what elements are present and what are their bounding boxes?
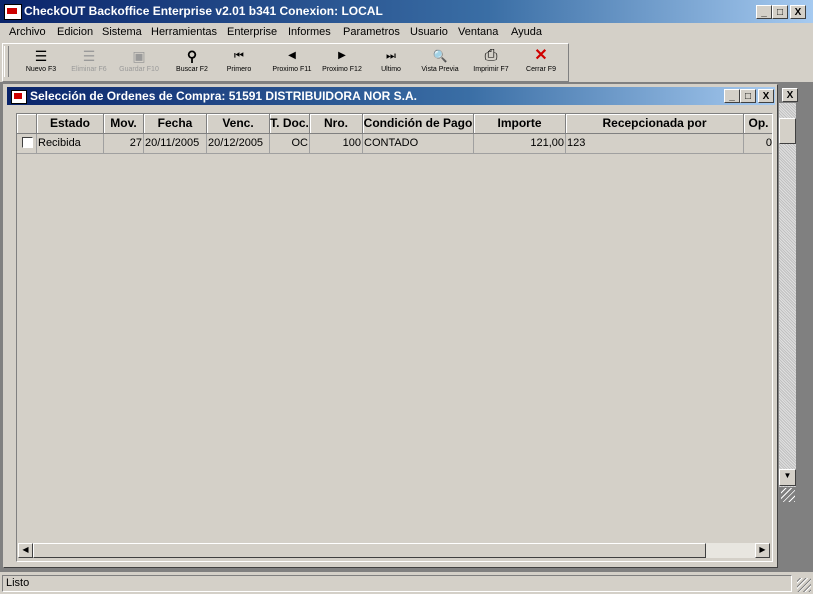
first-button[interactable]: ⏮ Primero [217,44,261,80]
menu-parametros[interactable]: Parametros [343,26,400,38]
column-header-op[interactable]: Op. [744,114,772,134]
column-header-fecha[interactable]: Fecha [144,114,207,134]
search-button-label: Buscar F2 [176,66,208,73]
cell-op[interactable]: 0 [744,134,772,154]
menu-ayuda[interactable]: Ayuda [511,26,542,38]
column-header-select[interactable] [17,114,37,134]
child-window-icon[interactable] [11,90,27,104]
print-preview-icon: 🔍 [432,49,448,63]
last-button[interactable]: ⏭ Ultimo [369,44,413,80]
vertical-scrollbar[interactable] [779,103,796,487]
toolbar-grip[interactable] [4,46,9,77]
print-preview-label: Vista Previa [421,66,459,73]
cell-tdoc[interactable]: OC [270,134,310,154]
previous-record-icon: ◀ [288,50,296,61]
menu-sistema[interactable]: Sistema [102,26,142,38]
column-header-venc[interactable]: Venc. [207,114,270,134]
cell-condicion[interactable]: CONTADO [363,134,474,154]
print-button[interactable]: ⎙ Imprimir F7 [467,44,515,80]
horizontal-scroll-thumb[interactable] [33,543,706,558]
scroll-down-button[interactable]: ▼ [779,469,796,486]
menu-ventana[interactable]: Ventana [458,26,498,38]
print-preview-button[interactable]: 🔍 Vista Previa [415,44,465,80]
toolbar: ☰ Nuevo F3 ☰ Eliminar F6 ▣ Guardar F10 ⚲… [2,43,569,82]
cell-venc[interactable]: 20/12/2005 [207,134,270,154]
app-logo-icon[interactable] [4,4,22,20]
child-window-title: Selección de Ordenes de Compra: 51591 DI… [30,89,417,103]
column-header-mov[interactable]: Mov. [104,114,144,134]
column-header-tdoc[interactable]: T. Doc. [270,114,310,134]
delete-button[interactable]: ☰ Eliminar F6 [65,44,113,80]
app-title: CheckOUT Backoffice Enterprise v2.01 b34… [24,4,383,18]
menu-bar: Archivo Edicion Sistema Herramientas Ent… [0,23,813,42]
cell-estado[interactable]: Recibida [37,134,104,154]
save-disk-icon: ▣ [132,48,146,64]
column-header-recepcionada[interactable]: Recepcionada por [566,114,744,134]
child-close-button[interactable]: X [758,89,774,103]
cell-recepcionada[interactable]: 123 [566,134,744,154]
vertical-scroll-thumb[interactable] [779,118,796,144]
new-button[interactable]: ☰ Nuevo F3 [17,44,65,80]
close-form-label: Cerrar F9 [526,66,556,73]
menu-edicion[interactable]: Edicion [57,26,93,38]
child-minimize-button[interactable]: _ [724,89,740,103]
purchase-orders-grid[interactable]: Estado Mov. Fecha Venc. T. Doc. Nro. Con… [16,113,773,562]
previous-button-label: Proximo F11 [272,66,312,73]
child-resize-grip[interactable] [781,488,795,502]
menu-enterprise[interactable]: Enterprise [227,26,277,38]
minimize-button[interactable]: _ [756,5,772,19]
next-record-icon: ▶ [338,50,346,61]
next-button[interactable]: ▶ Proximo F12 [315,44,369,80]
new-button-label: Nuevo F3 [25,66,57,73]
search-button[interactable]: ⚲ Buscar F2 [167,44,217,80]
status-text: Listo [6,577,30,589]
row-checkbox[interactable] [22,137,33,148]
column-header-estado[interactable]: Estado [37,114,104,134]
menu-informes[interactable]: Informes [288,26,331,38]
next-button-label: Proximo F12 [322,66,362,73]
cell-mov[interactable]: 27 [104,134,144,154]
scroll-right-button[interactable]: ▶ [755,543,770,558]
child-maximize-button[interactable]: □ [740,89,756,103]
cell-importe[interactable]: 121,00 [474,134,566,154]
status-panel [2,575,792,592]
cell-nro[interactable]: 100 [310,134,363,154]
first-record-icon: ⏮ [234,50,244,62]
window-resize-grip[interactable] [797,578,811,592]
save-button-label: Guardar F10 [119,66,159,73]
close-form-button[interactable]: ✕ Cerrar F9 [517,44,565,80]
delete-button-label: Eliminar F6 [71,66,107,73]
save-button[interactable]: ▣ Guardar F10 [113,44,165,80]
cell-fecha[interactable]: 20/11/2005 [144,134,207,154]
menu-archivo[interactable]: Archivo [9,26,46,38]
column-header-importe[interactable]: Importe [474,114,566,134]
mdi-close-button[interactable]: X [782,88,798,102]
close-button[interactable]: X [790,5,806,19]
scroll-left-button[interactable]: ◀ [18,543,33,558]
binoculars-icon: ⚲ [186,48,198,64]
column-header-condicion[interactable]: Condición de Pago [363,114,474,134]
previous-button[interactable]: ◀ Proximo F11 [265,44,319,80]
menu-usuario[interactable]: Usuario [410,26,448,38]
close-red-x-icon: ✕ [534,47,548,64]
maximize-button[interactable]: □ [772,5,788,19]
new-list-icon: ☰ [34,48,48,64]
delete-list-icon: ☰ [82,48,96,64]
last-record-icon: ⏭ [386,50,396,62]
printer-icon: ⎙ [484,47,498,64]
print-button-label: Imprimir F7 [473,66,509,73]
column-header-nro[interactable]: Nro. [310,114,363,134]
menu-herramientas[interactable]: Herramientas [151,26,217,38]
first-button-label: Primero [226,66,252,73]
last-button-label: Ultimo [381,66,401,73]
